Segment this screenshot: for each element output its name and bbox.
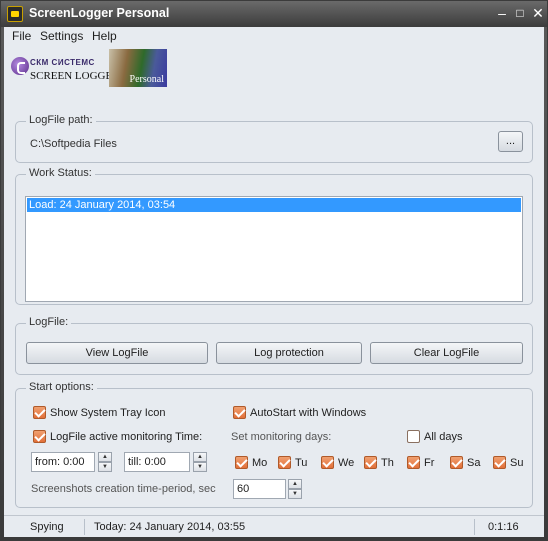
logo-mark-icon (11, 57, 29, 75)
period-spinner[interactable]: ▲ ▼ (288, 479, 302, 499)
day-mo-label: Mo (252, 457, 268, 469)
status-divider (474, 519, 475, 535)
window-title: ScreenLogger Personal (29, 6, 170, 20)
work-status-label: Work Status: (26, 167, 95, 179)
spin-up-icon[interactable]: ▲ (193, 452, 207, 462)
period-field[interactable]: 60 (233, 479, 286, 499)
work-status-group: Work Status: Load: 24 January 2014, 03:5… (15, 167, 533, 305)
day-mo-checkbox[interactable] (235, 456, 248, 469)
spin-down-icon[interactable]: ▼ (98, 462, 112, 472)
logfile-path-group: LogFile path: C:\Softpedia Files ... (15, 114, 533, 163)
from-time-spinner[interactable]: ▲ ▼ (98, 452, 112, 472)
day-we-checkbox[interactable] (321, 456, 334, 469)
minimize-button[interactable]: – (493, 4, 511, 22)
day-th-checkbox[interactable] (364, 456, 377, 469)
app-icon (7, 6, 23, 22)
spin-down-icon[interactable]: ▼ (193, 462, 207, 472)
spin-down-icon[interactable]: ▼ (288, 489, 302, 499)
day-tu-checkbox[interactable] (278, 456, 291, 469)
work-status-list[interactable]: Load: 24 January 2014, 03:54 (25, 196, 523, 302)
logfile-path-label: LogFile path: (26, 114, 96, 126)
period-label: Screenshots creation time-period, sec (31, 483, 216, 495)
logo-artwork: Personal (109, 49, 167, 87)
day-th-label: Th (381, 457, 394, 469)
show-tray-label: Show System Tray Icon (50, 407, 166, 419)
day-sa-label: Sa (467, 457, 481, 469)
client-area: СКМ СИСТЕМС SCREEN LOGGER Personal LogFi… (4, 45, 544, 515)
monitoring-days-label: Set monitoring days: (231, 431, 332, 443)
menu-file[interactable]: File (12, 29, 31, 43)
close-button[interactable]: ✕ (529, 4, 547, 22)
active-monitoring-checkbox[interactable] (33, 430, 46, 443)
day-su-checkbox[interactable] (493, 456, 506, 469)
menu-settings[interactable]: Settings (40, 29, 83, 43)
log-protection-button[interactable]: Log protection (216, 342, 362, 364)
till-time-spinner[interactable]: ▲ ▼ (193, 452, 207, 472)
active-monitoring-label: LogFile active monitoring Time: (50, 431, 203, 443)
status-divider (84, 519, 85, 535)
list-item[interactable]: Load: 24 January 2014, 03:54 (27, 198, 521, 212)
status-elapsed: 0:1:16 (488, 521, 519, 533)
day-fr-checkbox[interactable] (407, 456, 420, 469)
title-bar[interactable]: ScreenLogger Personal – □ ✕ (1, 1, 547, 27)
logo-edition: Personal (129, 74, 164, 85)
show-tray-checkbox[interactable] (33, 406, 46, 419)
day-sa-checkbox[interactable] (450, 456, 463, 469)
status-state: Spying (30, 521, 64, 533)
spin-up-icon[interactable]: ▲ (288, 479, 302, 489)
app-logo: СКМ СИСТЕМС SCREEN LOGGER Personal (8, 47, 168, 87)
logfile-path-value: C:\Softpedia Files (30, 138, 117, 150)
all-days-label: All days (424, 431, 463, 443)
logo-company: СКМ СИСТЕМС (30, 58, 95, 67)
start-options-label: Start options: (26, 381, 97, 393)
day-su-label: Su (510, 457, 524, 469)
menu-bar: File Settings Help (4, 27, 544, 45)
till-time-field[interactable]: till: 0:00 (124, 452, 190, 472)
day-we-label: We (338, 457, 355, 469)
autostart-label: AutoStart with Windows (250, 407, 367, 419)
start-options-group: Start options: Show System Tray Icon Aut… (15, 381, 533, 508)
logfile-group: LogFile: View LogFile Log protection Cle… (15, 316, 533, 375)
clear-logfile-button[interactable]: Clear LogFile (370, 342, 523, 364)
logfile-label: LogFile: (26, 316, 72, 328)
spin-up-icon[interactable]: ▲ (98, 452, 112, 462)
browse-button[interactable]: ... (498, 131, 523, 152)
status-today: Today: 24 January 2014, 03:55 (94, 521, 246, 533)
logo-product: SCREEN LOGGER (30, 70, 120, 82)
status-bar: Spying Today: 24 January 2014, 03:55 0:1… (4, 515, 544, 537)
app-window: ScreenLogger Personal – □ ✕ File Setting… (0, 0, 548, 541)
from-time-field[interactable]: from: 0:00 (31, 452, 95, 472)
maximize-button[interactable]: □ (511, 4, 529, 22)
day-fr-label: Fr (424, 457, 435, 469)
view-logfile-button[interactable]: View LogFile (26, 342, 208, 364)
all-days-checkbox[interactable] (407, 430, 420, 443)
autostart-checkbox[interactable] (233, 406, 246, 419)
menu-help[interactable]: Help (92, 29, 117, 43)
day-tu-label: Tu (295, 457, 308, 469)
